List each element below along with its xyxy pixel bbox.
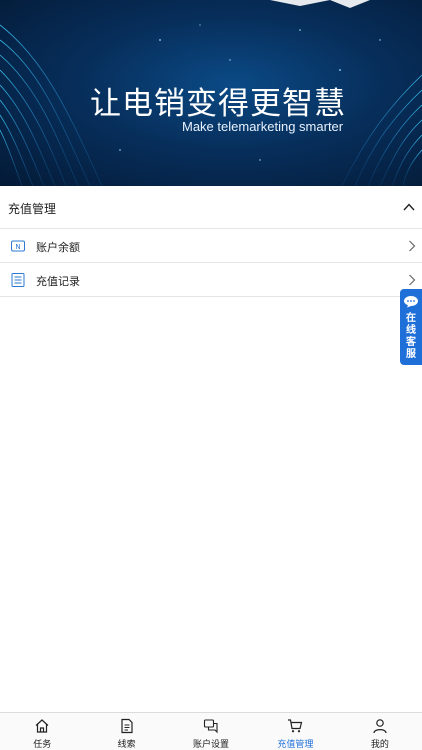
menu-item-account-balance[interactable]: N 账户余额 bbox=[0, 229, 422, 263]
online-service-label: 在线客服 bbox=[400, 313, 422, 361]
tab-task[interactable]: 任务 bbox=[0, 713, 84, 750]
banner: 让电销变得更智慧 Make telemarketing smarter bbox=[0, 0, 422, 186]
record-list-icon bbox=[11, 273, 25, 287]
home-icon bbox=[35, 719, 49, 733]
tab-label: 线索 bbox=[117, 740, 136, 750]
chevron-right-icon bbox=[409, 274, 416, 286]
document-icon bbox=[121, 718, 133, 734]
tab-label: 充值管理 bbox=[277, 740, 314, 750]
recharge-section-header[interactable]: 充值管理 bbox=[0, 186, 422, 229]
online-service-button[interactable]: 在线客服 bbox=[400, 289, 422, 365]
tab-mine[interactable]: 我的 bbox=[338, 713, 422, 750]
chat-icon bbox=[203, 719, 218, 734]
chevron-up-icon[interactable] bbox=[402, 200, 416, 214]
online-service-char: 在线客服 bbox=[406, 313, 416, 360]
tab-label: 任务 bbox=[33, 740, 52, 750]
tab-recharge-management[interactable]: 充值管理 bbox=[253, 713, 337, 750]
chat-bubble-icon bbox=[404, 296, 418, 308]
menu-item-label: 充值记录 bbox=[36, 275, 80, 288]
menu-item-recharge-record[interactable]: 充值记录 bbox=[0, 263, 422, 297]
cart-icon bbox=[288, 719, 303, 733]
svg-text:N: N bbox=[15, 243, 20, 251]
balance-card-icon: N bbox=[11, 240, 25, 252]
user-icon bbox=[373, 719, 387, 734]
banner-title: 让电销变得更智慧 bbox=[90, 86, 346, 122]
tab-leads[interactable]: 线索 bbox=[84, 713, 168, 750]
chevron-right-icon bbox=[409, 240, 416, 252]
banner-subtitle: Make telemarketing smarter bbox=[182, 119, 344, 134]
tab-label: 账户设置 bbox=[193, 740, 230, 750]
tab-account-settings[interactable]: 账户设置 bbox=[169, 713, 253, 750]
tab-label: 我的 bbox=[370, 740, 389, 750]
section-title: 充值管理 bbox=[8, 202, 57, 216]
bottom-tab-bar: 任务 线索 账户设置 充值管理 我的 bbox=[0, 712, 422, 750]
menu-item-label: 账户余额 bbox=[36, 241, 80, 254]
